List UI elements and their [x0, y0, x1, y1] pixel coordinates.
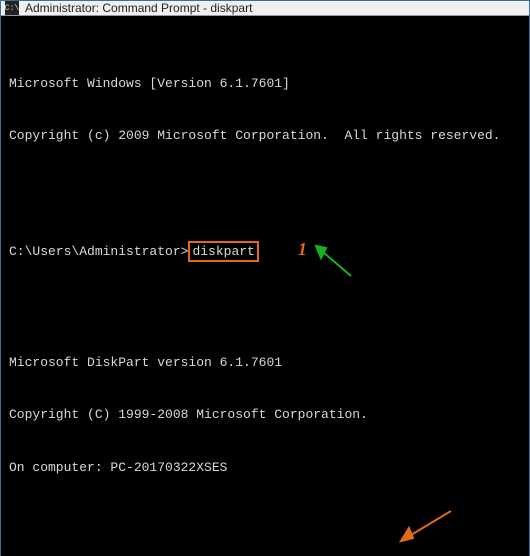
cmd-icon: C:\ — [5, 1, 19, 15]
line-dp-computer: On computer: PC-20170322XSES — [9, 459, 521, 477]
line-dp-version: Microsoft DiskPart version 6.1.7601 — [9, 354, 521, 372]
prompt-path: C:\Users\Administrator> — [9, 244, 188, 259]
window-title: Administrator: Command Prompt - diskpart — [25, 1, 252, 15]
line-copyright-win: Copyright (c) 2009 Microsoft Corporation… — [9, 127, 521, 145]
cmd-window: C:\ Administrator: Command Prompt - disk… — [0, 0, 530, 556]
line-dp-copyright: Copyright (C) 1999-2008 Microsoft Corpor… — [9, 406, 521, 424]
step-number-1: 1 — [298, 239, 307, 259]
line-diskpart-cmd: C:\Users\Administrator>diskpart 1 — [9, 237, 521, 263]
titlebar[interactable]: C:\ Administrator: Command Prompt - disk… — [1, 1, 529, 16]
line-winver: Microsoft Windows [Version 6.1.7601] — [9, 75, 521, 93]
terminal-area[interactable]: Microsoft Windows [Version 6.1.7601] Cop… — [1, 16, 529, 556]
highlight-diskpart: diskpart — [188, 241, 258, 263]
